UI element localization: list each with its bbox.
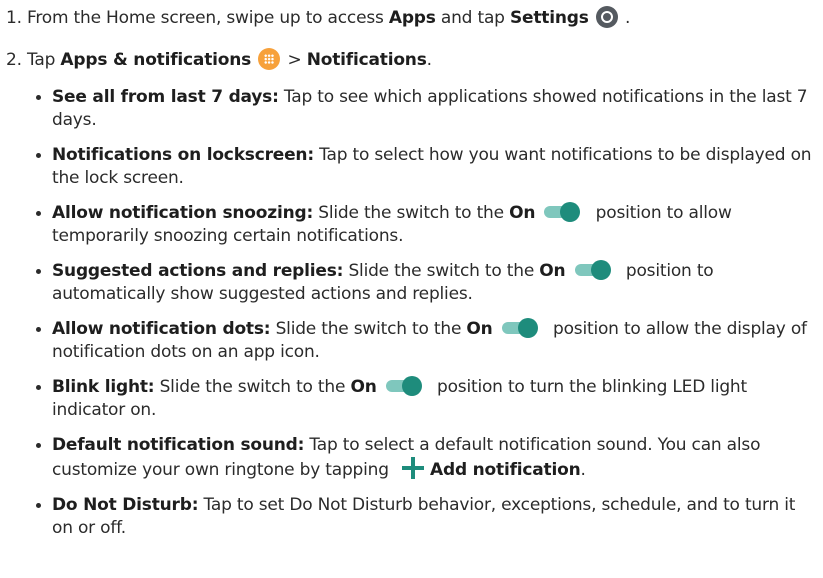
item-title: Suggested actions and replies: — [52, 261, 344, 281]
item-title: Do Not Disturb: — [52, 495, 199, 515]
settings-icon — [595, 6, 618, 28]
toggle-on-icon — [544, 202, 584, 222]
on-label: On — [466, 319, 493, 339]
toggle-on-icon — [574, 260, 615, 280]
item-text-before: Slide the switch to the — [343, 261, 540, 281]
item-title: Blink light: — [52, 377, 155, 397]
list-item: Default notification sound: Tap to selec… — [36, 434, 816, 482]
step-1-text-mid: and tap — [435, 8, 510, 28]
step-2-text-before: Tap — [21, 50, 61, 70]
list-item: Allow notification snoozing: Slide the s… — [36, 202, 816, 248]
list-item: Suggested actions and replies: Slide the… — [36, 260, 816, 306]
step-2-number: 2. — [6, 50, 22, 70]
toggle-on-icon — [501, 318, 542, 338]
step-1-text-after: . — [619, 8, 631, 28]
list-item: Allow notification dots: Slide the switc… — [36, 318, 816, 364]
item-title: See all from last 7 days: — [52, 87, 279, 107]
apps-icon — [258, 48, 281, 70]
item-text-before: Slide the switch to the — [154, 377, 351, 397]
instructions-page: 1. From the Home screen, swipe up to acc… — [0, 0, 823, 578]
item-title: Allow notification snoozing: — [52, 203, 314, 223]
list-item: Do Not Disturb: Tap to set Do Not Distur… — [36, 494, 816, 540]
item-title: Default notification sound: — [52, 435, 305, 455]
step-1-text-before: From the Home screen, swipe up to access — [21, 8, 389, 28]
toggle-on-icon — [385, 376, 426, 396]
item-text-before: Slide the switch to the — [270, 319, 467, 339]
settings-label: Settings — [509, 8, 589, 28]
list-item: Blink light: Slide the switch to the On … — [36, 376, 816, 422]
notifications-label: Notifications — [306, 50, 427, 70]
step-1-number: 1. — [6, 8, 22, 28]
list-item: Notifications on lockscreen: Tap to sele… — [36, 144, 816, 190]
item-text-before: Slide the switch to the — [313, 203, 510, 223]
plus-icon — [402, 457, 425, 479]
on-label: On — [539, 261, 566, 281]
step-2: 2. Tap Apps & notifications > Notificati… — [6, 48, 432, 72]
step-2-text-after: . — [426, 50, 432, 70]
step-1: 1. From the Home screen, swipe up to acc… — [6, 6, 630, 30]
item-title: Allow notification dots: — [52, 319, 271, 339]
apps-notifications-label: Apps & notifications — [60, 50, 252, 70]
notification-options-list: See all from last 7 days: Tap to see whi… — [36, 86, 816, 540]
step-2-separator: > — [282, 50, 307, 70]
list-item: See all from last 7 days: Tap to see whi… — [36, 86, 816, 132]
item-title: Notifications on lockscreen: — [52, 145, 314, 165]
apps-label: Apps — [388, 8, 436, 28]
on-label: On — [350, 377, 377, 397]
add-notification-label: Add notification — [430, 460, 581, 480]
item-text-after: . — [580, 460, 586, 480]
on-label: On — [509, 203, 536, 223]
